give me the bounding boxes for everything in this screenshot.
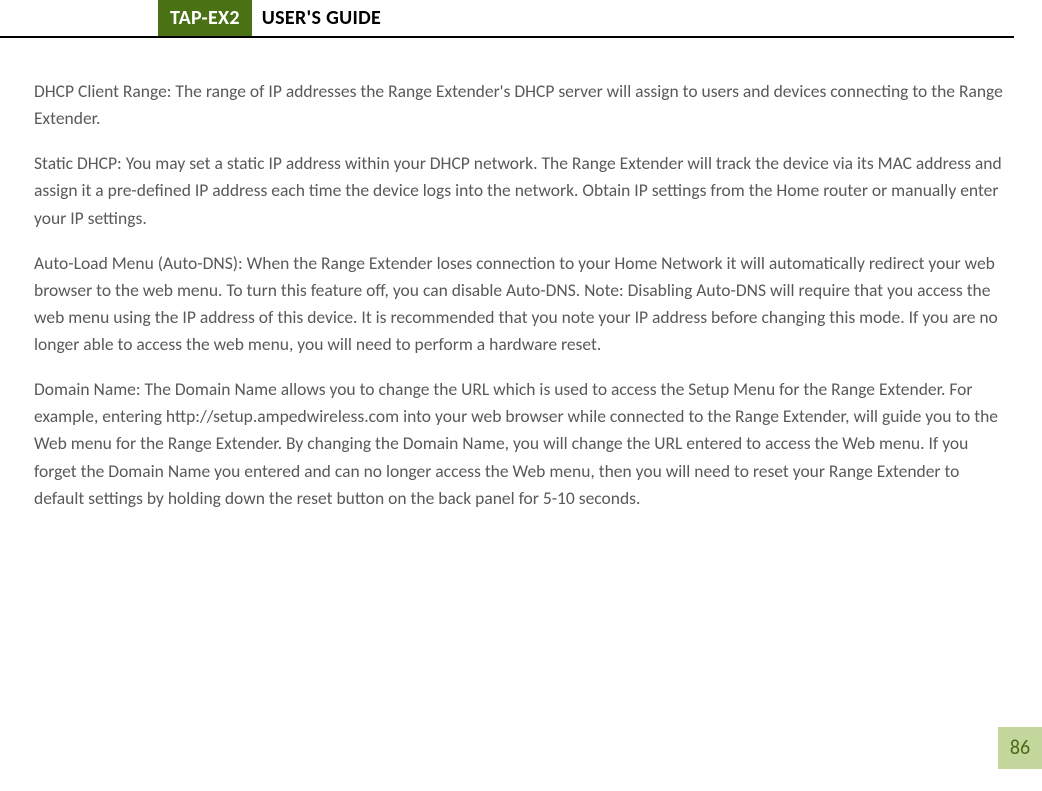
product-badge: TAP-EX2 bbox=[158, 0, 252, 36]
page-content: DHCP Client Range: The range of IP addre… bbox=[0, 38, 1042, 512]
paragraph-domain-name: Domain Name: The Domain Name allows you … bbox=[34, 376, 1008, 512]
guide-title: USER'S GUIDE bbox=[252, 0, 391, 36]
header-left-spacer bbox=[0, 0, 158, 36]
paragraph-static-dhcp: Static DHCP: You may set a static IP add… bbox=[34, 150, 1008, 231]
page-header: TAP-EX2 USER'S GUIDE bbox=[0, 0, 1014, 38]
paragraph-dhcp-range: DHCP Client Range: The range of IP addre… bbox=[34, 78, 1008, 132]
paragraph-auto-dns: Auto-Load Menu (Auto-DNS): When the Rang… bbox=[34, 250, 1008, 359]
page-number: 86 bbox=[998, 727, 1042, 769]
